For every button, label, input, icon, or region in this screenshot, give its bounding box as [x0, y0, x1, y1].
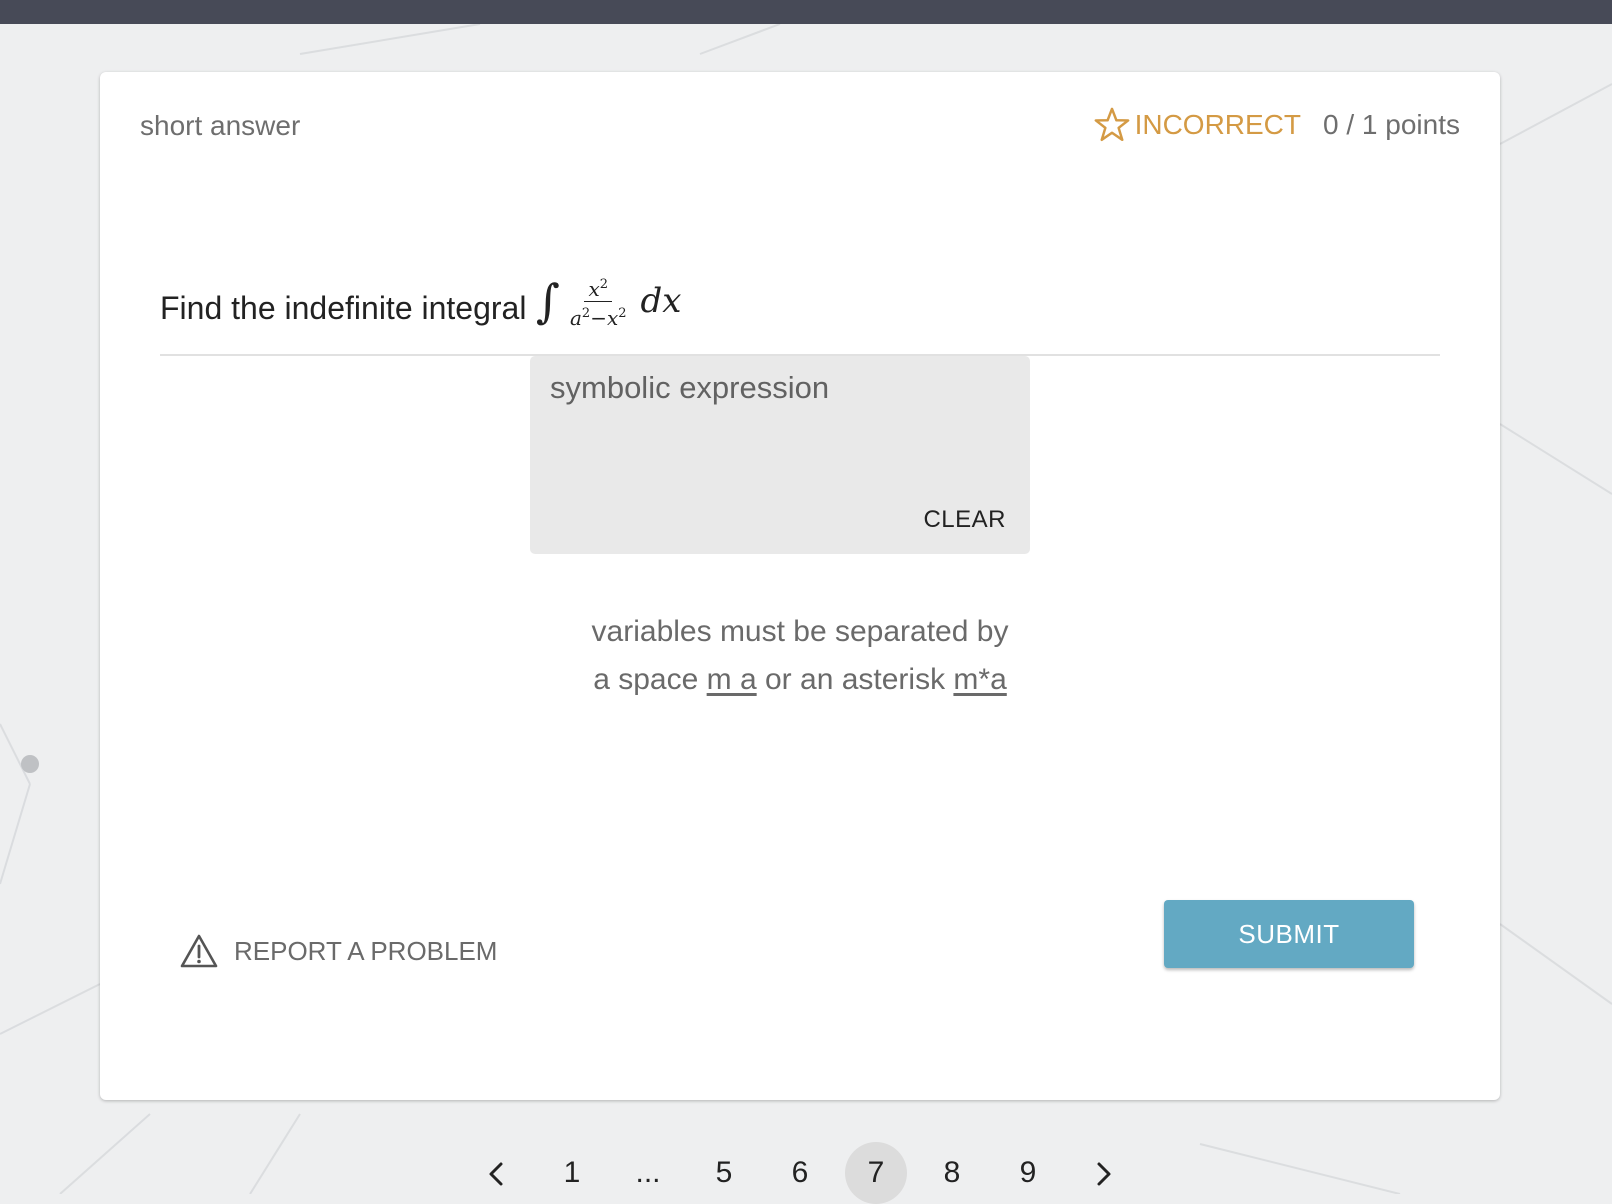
chevron-left-icon [489, 1162, 503, 1186]
chevron-right-icon [1097, 1162, 1111, 1186]
integral-expression: ∫ x2 a2−x2 dx [536, 274, 681, 328]
points-label: 0 / 1 points [1323, 109, 1460, 140]
question-area: Find the indefinite integral ∫ x2 a2−x2 … [160, 200, 1440, 356]
submit-button[interactable]: SUBMIT [1164, 900, 1414, 968]
report-problem-label: REPORT A PROBLEM [234, 935, 498, 966]
fraction-denominator: a2−x2 [569, 305, 627, 330]
page-5[interactable]: 5 [693, 1142, 755, 1204]
clear-button[interactable]: CLEAR [923, 506, 1006, 534]
question-card: short answer INCORRECT 0 / 1 points Find… [100, 72, 1500, 1100]
star-outline-icon [1094, 107, 1129, 142]
pagination-prev[interactable] [465, 1142, 527, 1204]
integral-symbol: ∫ [536, 274, 560, 328]
pagination: 1 ... 5 6 7 8 9 [0, 1142, 1612, 1204]
fraction-numerator: x2 [584, 275, 613, 302]
answer-input-placeholder: symbolic expression [550, 370, 830, 405]
page-7-current[interactable]: 7 [845, 1142, 907, 1204]
question-type-label: short answer [140, 110, 301, 141]
hint-example-space: m a [706, 663, 757, 696]
hint-line-2: a space m a or an asterisk m*a [593, 663, 1007, 696]
status-badge: INCORRECT [1134, 109, 1302, 140]
page-6[interactable]: 6 [769, 1142, 831, 1204]
warning-triangle-icon [180, 934, 218, 968]
page-9[interactable]: 9 [997, 1142, 1059, 1204]
pagination-next[interactable] [1073, 1142, 1135, 1204]
answer-input[interactable]: symbolic expression CLEAR [530, 356, 1030, 554]
report-problem-link[interactable]: REPORT A PROBLEM [180, 934, 497, 968]
question-prompt: Find the indefinite integral [160, 290, 527, 326]
fraction: x2 a2−x2 [570, 275, 627, 328]
page-8[interactable]: 8 [921, 1142, 983, 1204]
grade-status: INCORRECT 0 / 1 points [1093, 106, 1460, 144]
top-bar [0, 0, 1612, 24]
page-ellipsis: ... [635, 1156, 661, 1189]
differential: dx [640, 281, 682, 321]
hint-line-1: variables must be separated by [591, 615, 1009, 648]
input-hint: variables must be separated by a space m… [500, 608, 1100, 704]
hint-example-asterisk: m*a [953, 663, 1007, 696]
page-1[interactable]: 1 [541, 1142, 603, 1204]
